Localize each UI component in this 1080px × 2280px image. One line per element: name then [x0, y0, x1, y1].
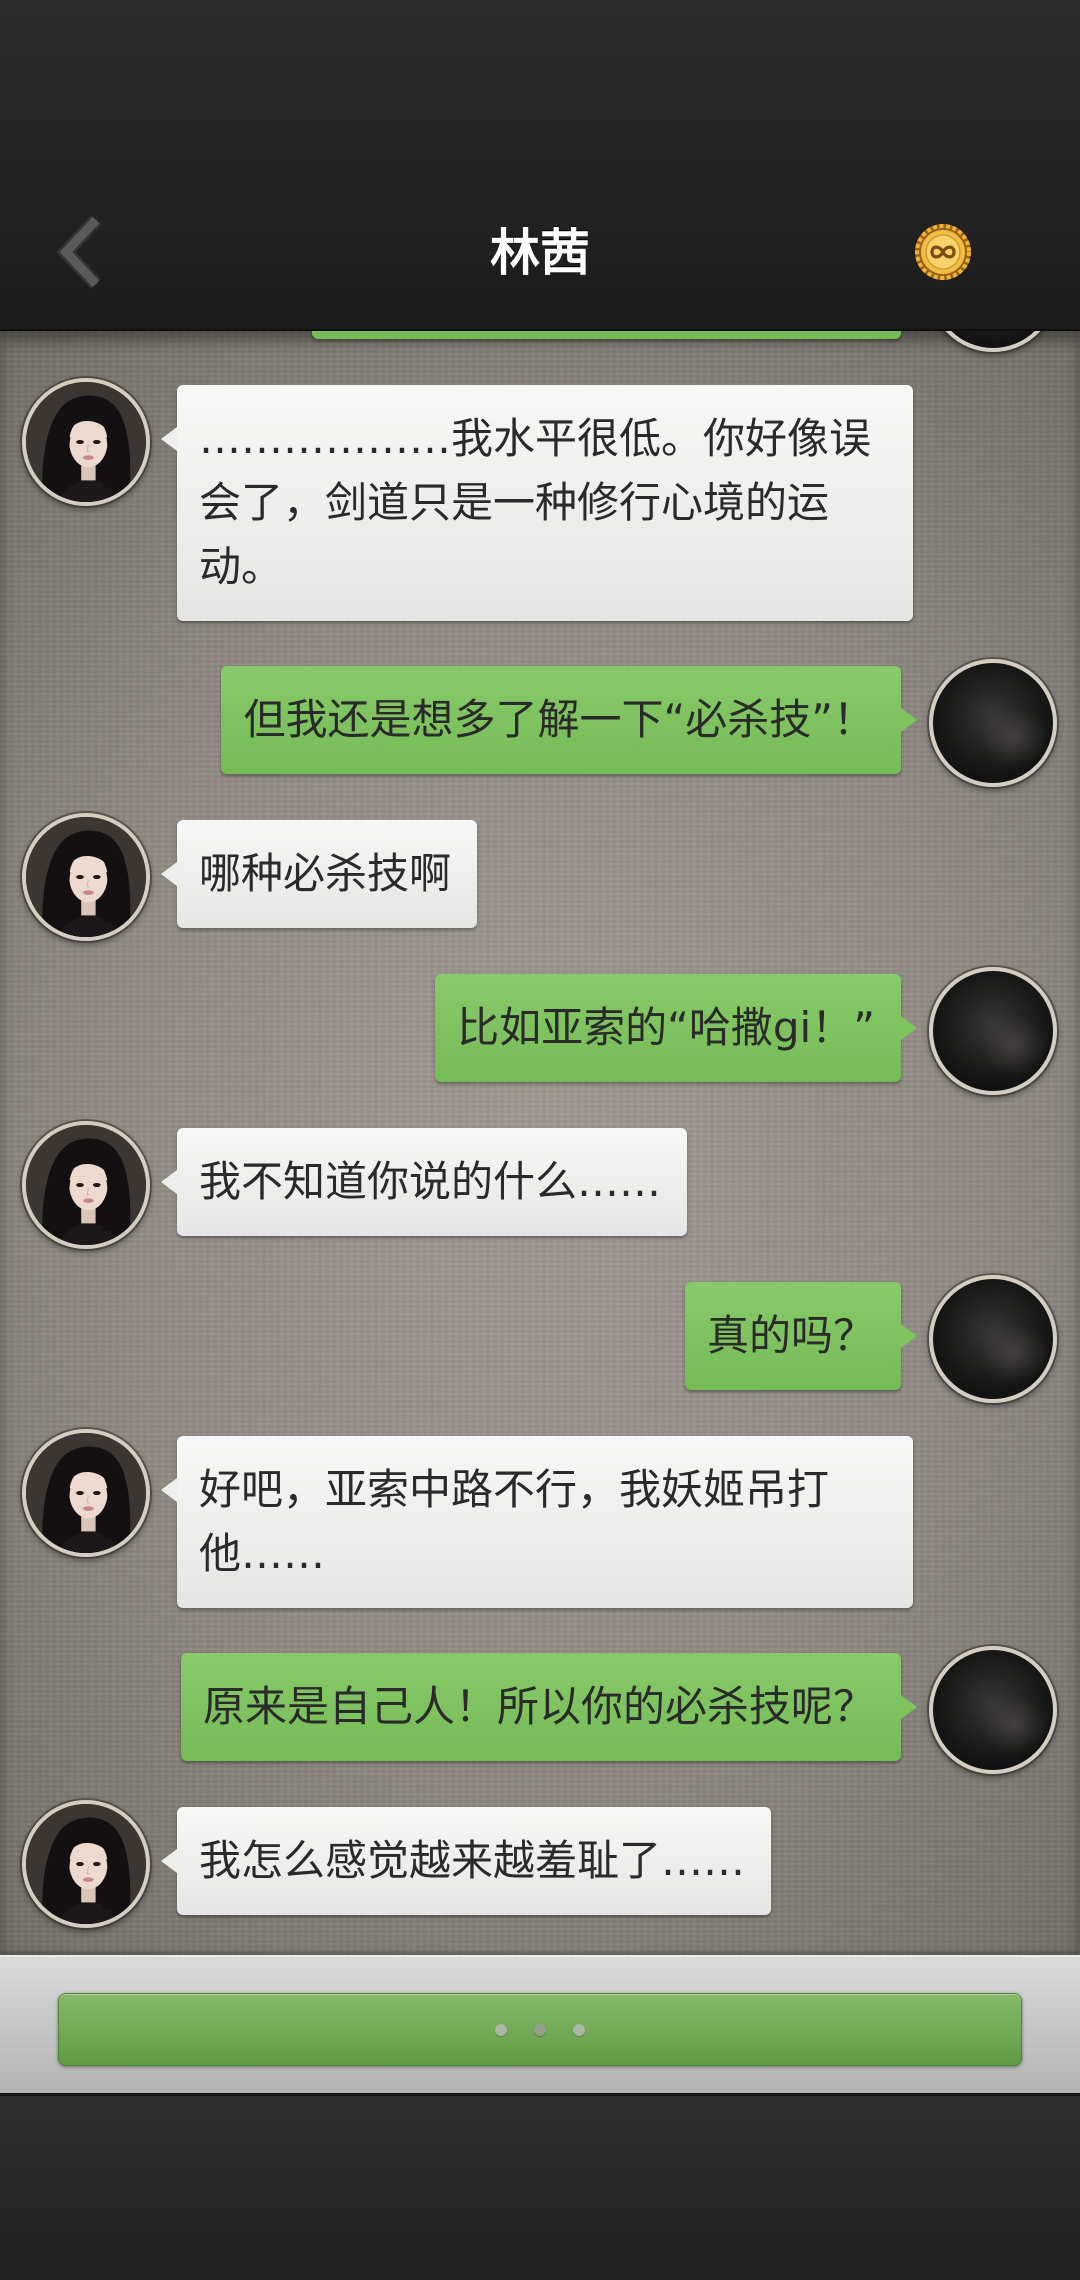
coin-button[interactable] — [914, 223, 972, 281]
message-list: ………………我水平很低。你好像误会了，剑道只是一种修行心境的运动。但我还是想多了… — [0, 331, 1080, 1954]
outgoing-message-bubble[interactable]: 比如亚索的“哈撒gi！” — [435, 974, 917, 1082]
woman-portrait-icon — [26, 1433, 146, 1553]
my-avatar[interactable] — [929, 967, 1057, 1095]
woman-portrait-icon — [26, 817, 146, 937]
typing-indicator-bar[interactable] — [58, 1993, 1022, 2066]
message-row: 但我还是想多了解一下“必杀技”！ — [0, 659, 1080, 800]
outgoing-message-bubble[interactable]: 真的吗？ — [684, 1282, 918, 1390]
woman-portrait-icon — [26, 382, 146, 502]
contact-avatar[interactable] — [22, 1429, 150, 1557]
my-avatar[interactable] — [929, 1646, 1057, 1774]
message-row: 真的吗？ — [0, 1275, 1080, 1416]
my-avatar[interactable] — [929, 1275, 1057, 1403]
contact-avatar[interactable] — [22, 378, 150, 506]
outgoing-message-bubble[interactable]: 但我还是想多了解一下“必杀技”！ — [221, 666, 917, 774]
contact-avatar[interactable] — [22, 1121, 150, 1249]
chat-screen: 林茜 ………………我水平很低。你好像误会了，剑道只是一种修行心境的运动。但我还是… — [0, 0, 1080, 2280]
incoming-message-bubble[interactable]: 好吧，亚索中路不行，我妖姬吊打他…… — [161, 1436, 913, 1608]
incoming-message-bubble[interactable]: ………………我水平很低。你好像误会了，剑道只是一种修行心境的运动。 — [161, 385, 913, 621]
contact-avatar[interactable] — [22, 1800, 150, 1928]
incoming-message-bubble[interactable]: 我不知道你说的什么…… — [160, 1128, 688, 1236]
message-row: 好吧，亚索中路不行，我妖姬吊打他…… — [0, 1429, 1080, 1633]
chat-header: 林茜 — [0, 0, 1080, 331]
woman-portrait-icon — [26, 1125, 146, 1245]
typing-dot — [534, 2023, 546, 2036]
contact-avatar[interactable] — [22, 813, 150, 941]
message-row: 原来是自己人！所以你的必杀技呢？ — [0, 1646, 1080, 1787]
outgoing-message-bubble[interactable] — [312, 331, 901, 339]
outgoing-message-bubble[interactable]: 原来是自己人！所以你的必杀技呢？ — [180, 1653, 918, 1761]
chat-area[interactable]: ………………我水平很低。你好像误会了，剑道只是一种修行心境的运动。但我还是想多了… — [0, 331, 1080, 1955]
woman-portrait-icon — [26, 1804, 146, 1924]
message-row: 哪种必杀技啊 — [0, 813, 1080, 954]
gold-coin-infinity-icon — [915, 224, 971, 280]
incoming-message-bubble[interactable]: 我怎么感觉越来越羞耻了…… — [160, 1807, 772, 1915]
message-row: ………………我水平很低。你好像误会了，剑道只是一种修行心境的运动。 — [0, 378, 1080, 646]
my-avatar[interactable] — [929, 331, 1057, 352]
message-row: 我不知道你说的什么…… — [0, 1121, 1080, 1262]
incoming-message-bubble[interactable]: 哪种必杀技啊 — [160, 820, 478, 928]
input-panel — [0, 1955, 1080, 2093]
typing-dot — [573, 2023, 585, 2036]
system-nav-area — [0, 2093, 1080, 2280]
my-avatar[interactable] — [929, 659, 1057, 787]
typing-dot — [495, 2023, 507, 2036]
message-row-partial — [0, 331, 1080, 365]
message-row: 我怎么感觉越来越羞耻了…… — [0, 1800, 1080, 1941]
message-row: 比如亚索的“哈撒gi！” — [0, 967, 1080, 1108]
